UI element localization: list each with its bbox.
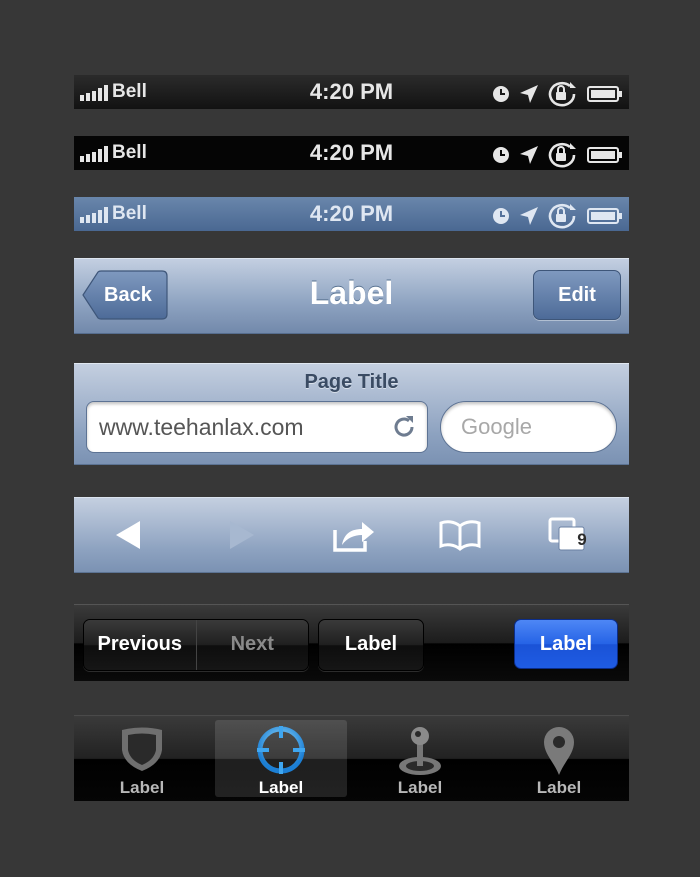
map-pin-icon (544, 727, 574, 775)
search-input[interactable] (461, 414, 601, 440)
blue-label-button[interactable]: Label (514, 619, 618, 669)
clock-icon (493, 147, 509, 163)
status-bar-dark-gradient: Bell 4:20 PM (74, 75, 629, 109)
status-bar-opaque-black: Bell 4:20 PM (74, 136, 629, 170)
edit-button[interactable]: Edit (533, 270, 621, 320)
next-button[interactable]: Next (196, 620, 308, 670)
location-arrow-icon (520, 85, 538, 103)
tab-shield[interactable]: Label (76, 720, 208, 797)
tab-label: Label (119, 778, 165, 797)
crosshair-icon (257, 726, 305, 774)
toolbar-bookmarks-button[interactable] (435, 498, 485, 572)
browser-toolbar: 9 (74, 497, 629, 573)
shield-icon (122, 727, 162, 771)
joystick-icon (399, 727, 441, 775)
back-arrow-icon (116, 521, 140, 549)
browser-url-bar: Page Title www.teehanlax.com (74, 363, 629, 465)
location-arrow-icon (520, 207, 538, 225)
forward-arrow-icon (230, 521, 254, 549)
location-arrow-icon (520, 146, 538, 164)
rotation-lock-icon (548, 81, 576, 107)
tab-crosshair[interactable]: Label (215, 720, 347, 797)
tab-bar: Label Label Label Label (74, 715, 629, 801)
label-button[interactable]: Label (318, 619, 424, 671)
black-toolbar: Previous Next Label Label (74, 604, 629, 681)
previous-button[interactable]: Previous (84, 620, 197, 670)
tab-joystick[interactable]: Label (354, 720, 486, 797)
tab-label: Label (397, 778, 443, 797)
battery-icon (587, 147, 622, 163)
share-icon (333, 522, 374, 552)
pages-count: 9 (577, 530, 587, 549)
bookmarks-icon (439, 520, 481, 551)
battery-icon (587, 208, 622, 224)
toolbar-back-button[interactable] (104, 498, 154, 572)
toolbar-forward-button[interactable] (216, 498, 266, 572)
tab-map-pin[interactable]: Label (493, 720, 625, 797)
clock-icon (493, 86, 509, 102)
battery-icon (587, 86, 622, 102)
rotation-lock-icon (548, 203, 576, 229)
tab-label: Label (536, 778, 582, 797)
rotation-lock-icon (548, 142, 576, 168)
navigation-bar: Back Label Edit (74, 258, 629, 334)
url-field[interactable]: www.teehanlax.com (86, 401, 428, 453)
status-bar-blue: Bell 4:20 PM (74, 197, 629, 231)
search-field[interactable] (440, 401, 617, 453)
toolbar-share-button[interactable] (329, 498, 379, 572)
url-text: www.teehanlax.com (99, 414, 304, 440)
reload-icon[interactable] (391, 414, 417, 440)
clock-icon (493, 208, 509, 224)
previous-next-segmented-control: Previous Next (83, 619, 309, 671)
tab-label: Label (258, 778, 304, 797)
toolbar-pages-button[interactable]: 9 (542, 498, 592, 572)
page-title: Page Title (304, 371, 399, 393)
